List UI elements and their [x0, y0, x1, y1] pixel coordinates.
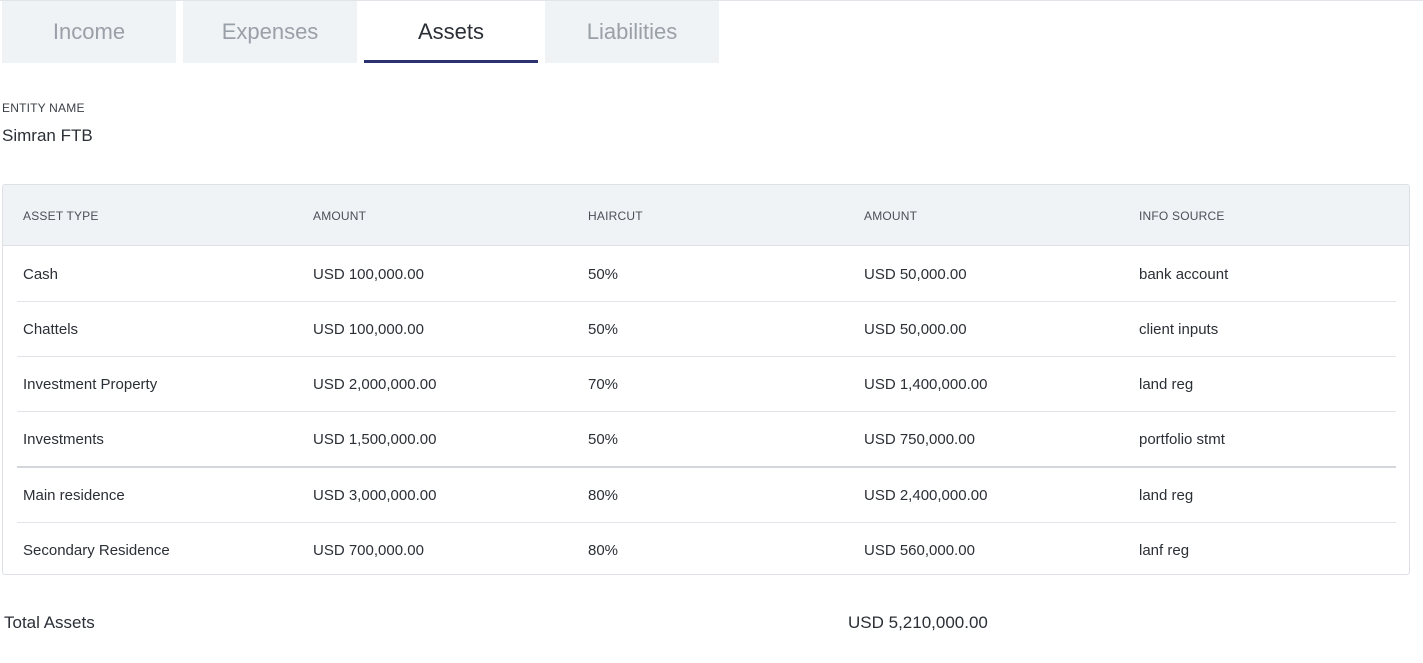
- cell-asset-type: Main residence: [23, 487, 125, 504]
- cell-info-source: land reg: [1139, 376, 1194, 393]
- cell-amount: USD 3,000,000.00: [313, 487, 437, 504]
- column-header-haircut: HAIRCUT: [588, 208, 643, 223]
- cell-info-source: land reg: [1139, 487, 1194, 504]
- cell-amount: USD 2,000,000.00: [313, 376, 437, 393]
- cell-amount: USD 100,000.00: [313, 321, 424, 338]
- cell-adjusted-amount: USD 560,000.00: [864, 542, 975, 559]
- cell-haircut: 50%: [588, 431, 619, 448]
- cell-adjusted-amount: USD 750,000.00: [864, 431, 975, 448]
- table-row[interactable]: Secondary Residence USD 700,000.00 80% U…: [17, 523, 1396, 574]
- cell-asset-type: Chattels: [23, 321, 79, 338]
- tab-assets[interactable]: Assets: [364, 1, 538, 63]
- cell-asset-type: Investments: [23, 431, 104, 448]
- cell-haircut: 80%: [588, 542, 619, 559]
- tab-label: Liabilities: [586, 19, 678, 44]
- cell-adjusted-amount: USD 2,400,000.00: [864, 487, 988, 504]
- total-assets-label: Total Assets: [4, 613, 95, 632]
- cell-info-source: bank account: [1139, 266, 1229, 283]
- entity-name-value: Simran FTB: [2, 126, 93, 145]
- cell-adjusted-amount: USD 1,400,000.00: [864, 376, 988, 393]
- assets-table: ASSET TYPE AMOUNT HAIRCUT AMOUNT INFO SO…: [2, 184, 1410, 575]
- tab-label: Expenses: [221, 19, 319, 44]
- column-header-asset-type: ASSET TYPE: [23, 208, 99, 223]
- cell-adjusted-amount: USD 50,000.00: [864, 266, 967, 283]
- cell-info-source: client inputs: [1139, 321, 1219, 338]
- table-header: ASSET TYPE AMOUNT HAIRCUT AMOUNT INFO SO…: [3, 185, 1409, 246]
- column-header-amount: AMOUNT: [313, 208, 367, 223]
- tab-income[interactable]: Income: [2, 1, 176, 63]
- cell-haircut: 80%: [588, 487, 619, 504]
- table-row[interactable]: Chattels USD 100,000.00 50% USD 50,000.0…: [17, 302, 1396, 357]
- cell-haircut: 70%: [588, 376, 619, 393]
- entity-name-label: ENTITY NAME: [2, 101, 85, 115]
- cell-haircut: 50%: [588, 266, 619, 283]
- total-assets-value: USD 5,210,000.00: [848, 613, 988, 632]
- table-row[interactable]: Investment Property USD 2,000,000.00 70%…: [17, 357, 1396, 412]
- table-row[interactable]: Main residence USD 3,000,000.00 80% USD …: [17, 468, 1396, 523]
- cell-asset-type: Investment Property: [23, 376, 158, 393]
- cell-asset-type: Cash: [23, 266, 59, 283]
- tab-expenses[interactable]: Expenses: [183, 1, 357, 63]
- tab-label: Income: [52, 19, 126, 44]
- table-row[interactable]: Investments USD 1,500,000.00 50% USD 750…: [17, 412, 1396, 468]
- cell-haircut: 50%: [588, 321, 619, 338]
- cell-adjusted-amount: USD 50,000.00: [864, 321, 967, 338]
- tab-bar: Income Expenses Assets Liabilities: [2, 1, 719, 63]
- cell-amount: USD 1,500,000.00: [313, 431, 437, 448]
- cell-info-source: lanf reg: [1139, 542, 1190, 559]
- table-row[interactable]: Cash USD 100,000.00 50% USD 50,000.00 ba…: [17, 247, 1396, 302]
- cell-asset-type: Secondary Residence: [23, 542, 170, 559]
- cell-amount: USD 700,000.00: [313, 542, 424, 559]
- tab-liabilities[interactable]: Liabilities: [545, 1, 719, 63]
- tab-label: Assets: [417, 19, 485, 44]
- column-header-adjusted-amount: AMOUNT: [864, 208, 918, 223]
- cell-amount: USD 100,000.00: [313, 266, 424, 283]
- column-header-info-source: INFO SOURCE: [1139, 208, 1225, 223]
- cell-info-source: portfolio stmt: [1139, 431, 1225, 448]
